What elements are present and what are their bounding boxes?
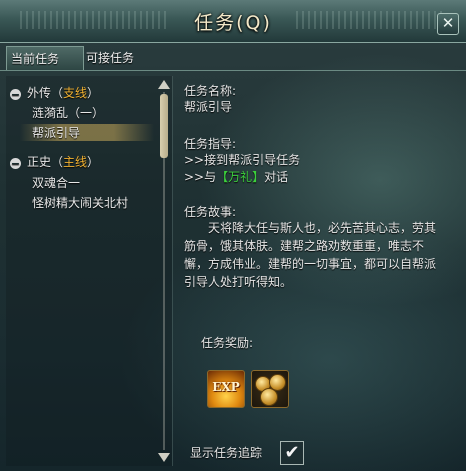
scroll-thumb[interactable]: [160, 94, 168, 158]
coin-reward-icon[interactable]: [251, 370, 289, 408]
quest-list-scrollbar[interactable]: [158, 80, 170, 462]
category-name-suffix: ）: [87, 86, 100, 100]
scroll-down-arrow-icon[interactable]: [158, 453, 170, 462]
quest-item[interactable]: 怪树精大闹关北村: [32, 194, 128, 211]
category-type: 支线: [63, 86, 88, 100]
coin-shape: [260, 388, 278, 406]
quest-item-selected[interactable]: 帮派引导: [20, 124, 154, 141]
npc-link[interactable]: 【万礼】: [216, 170, 264, 184]
quest-window: 任务(Q) ✕ 当前任务 可接任务 − 外传（支线） 涟漪乱（一） 帮派引导 − 正…: [0, 0, 466, 471]
exp-reward-icon[interactable]: EXP: [207, 370, 245, 408]
tab-available-quests[interactable]: 可接任务: [82, 46, 158, 70]
category-type: 主线: [63, 155, 88, 169]
guide-prefix: >>与: [184, 170, 217, 184]
quest-guide-line: >>接到帮派引导任务: [184, 153, 301, 167]
scroll-up-arrow-icon[interactable]: [158, 80, 170, 89]
quest-category-main[interactable]: − 正史（主线）: [10, 153, 99, 170]
close-button[interactable]: ✕: [437, 13, 459, 35]
track-quest-checkbox[interactable]: ✔: [280, 441, 304, 465]
track-quest-label: 显示任务追踪: [190, 446, 263, 460]
guide-suffix: 对话: [264, 170, 289, 184]
tab-current-quests[interactable]: 当前任务: [6, 46, 84, 71]
category-name: 外传（: [27, 86, 64, 100]
quest-category-side[interactable]: − 外传（支线）: [10, 84, 99, 101]
quest-reward-label: 任务奖励:: [201, 336, 254, 350]
collapse-icon[interactable]: −: [10, 89, 21, 100]
tab-divider: [0, 70, 466, 71]
quest-item[interactable]: 涟漪乱（一）: [32, 104, 104, 121]
quest-story-text: 天将降大任与斯人也，必先苦其心志，劳其筋骨，饿其体肤。建帮之路劝数重重，唯志不懈…: [184, 221, 437, 289]
collapse-icon[interactable]: −: [10, 158, 21, 169]
category-name: 正史（: [27, 155, 64, 169]
title-bar[interactable]: 任务(Q) ✕: [0, 0, 466, 43]
category-name-suffix: ）: [87, 155, 100, 169]
close-icon: ✕: [441, 14, 455, 32]
checkmark-icon: ✔: [284, 442, 300, 463]
exp-icon-text: EXP: [212, 380, 240, 394]
quest-guide-line-npc: >>与【万礼】对话: [184, 168, 288, 186]
quest-name-value: 帮派引导: [184, 100, 233, 114]
quest-item[interactable]: 双魂合一: [32, 174, 80, 191]
window-title: 任务(Q): [194, 12, 272, 34]
